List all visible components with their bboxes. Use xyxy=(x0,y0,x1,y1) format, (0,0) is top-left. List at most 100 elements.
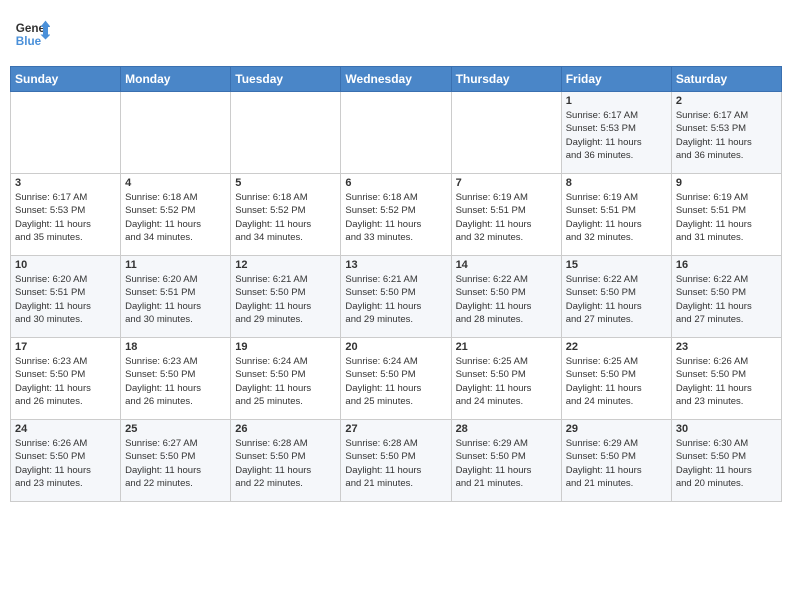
calendar-cell xyxy=(231,92,341,174)
calendar-cell: 9 Sunrise: 6:19 AM Sunset: 5:51 PM Daylig… xyxy=(671,174,781,256)
week-row-4: 17 Sunrise: 6:23 AM Sunset: 5:50 PM Dayli… xyxy=(11,338,782,420)
day-number: 11 xyxy=(125,259,226,271)
calendar-cell: 19 Sunrise: 6:24 AM Sunset: 5:50 PM Dayli… xyxy=(231,338,341,420)
calendar-cell: 24 Sunrise: 6:26 AM Sunset: 5:50 PM Dayli… xyxy=(11,420,121,502)
day-number: 24 xyxy=(15,423,116,435)
calendar-cell: 2 Sunrise: 6:17 AM Sunset: 5:53 PM Daylig… xyxy=(671,92,781,174)
day-number: 17 xyxy=(15,341,116,353)
day-info: Sunrise: 6:25 AM Sunset: 5:50 PM Dayligh… xyxy=(566,355,667,408)
day-number: 23 xyxy=(676,341,777,353)
svg-text:Blue: Blue xyxy=(16,35,42,48)
day-number: 29 xyxy=(566,423,667,435)
header-cell-thursday: Thursday xyxy=(451,67,561,92)
day-number: 9 xyxy=(676,177,777,189)
day-info: Sunrise: 6:27 AM Sunset: 5:50 PM Dayligh… xyxy=(125,437,226,490)
day-number: 5 xyxy=(235,177,336,189)
header-cell-monday: Monday xyxy=(121,67,231,92)
day-number: 2 xyxy=(676,95,777,107)
day-info: Sunrise: 6:28 AM Sunset: 5:50 PM Dayligh… xyxy=(235,437,336,490)
day-info: Sunrise: 6:19 AM Sunset: 5:51 PM Dayligh… xyxy=(676,191,777,244)
calendar-cell: 20Sunrise: 6:24 AM Sunset: 5:50 PM Dayli… xyxy=(341,338,451,420)
header-cell-wednesday: Wednesday xyxy=(341,67,451,92)
day-number: 1 xyxy=(566,95,667,107)
day-info: Sunrise: 6:29 AM Sunset: 5:50 PM Dayligh… xyxy=(456,437,557,490)
header-cell-tuesday: Tuesday xyxy=(231,67,341,92)
week-row-5: 24 Sunrise: 6:26 AM Sunset: 5:50 PM Dayli… xyxy=(11,420,782,502)
day-number: 3 xyxy=(15,177,116,189)
logo-icon: General Blue xyxy=(14,16,50,52)
day-number: 14 xyxy=(456,259,557,271)
week-row-1: 1 Sunrise: 6:17 AM Sunset: 5:53 PM Daylig… xyxy=(11,92,782,174)
day-number: 26 xyxy=(235,423,336,435)
calendar-cell: 28Sunrise: 6:29 AM Sunset: 5:50 PM Dayli… xyxy=(451,420,561,502)
day-number: 21 xyxy=(456,341,557,353)
day-info: Sunrise: 6:22 AM Sunset: 5:50 PM Dayligh… xyxy=(566,273,667,326)
day-info: Sunrise: 6:23 AM Sunset: 5:50 PM Dayligh… xyxy=(125,355,226,408)
calendar-cell: 23 Sunrise: 6:26 AM Sunset: 5:50 PM Dayli… xyxy=(671,338,781,420)
day-info: Sunrise: 6:20 AM Sunset: 5:51 PM Dayligh… xyxy=(125,273,226,326)
calendar-cell xyxy=(121,92,231,174)
calendar-cell: 16 Sunrise: 6:22 AM Sunset: 5:50 PM Dayli… xyxy=(671,256,781,338)
day-info: Sunrise: 6:22 AM Sunset: 5:50 PM Dayligh… xyxy=(676,273,777,326)
day-info: Sunrise: 6:22 AM Sunset: 5:50 PM Dayligh… xyxy=(456,273,557,326)
calendar-header: SundayMondayTuesdayWednesdayThursdayFrid… xyxy=(11,67,782,92)
day-info: Sunrise: 6:19 AM Sunset: 5:51 PM Dayligh… xyxy=(456,191,557,244)
calendar-cell: 27 Sunrise: 6:28 AM Sunset: 5:50 PM Dayli… xyxy=(341,420,451,502)
day-info: Sunrise: 6:30 AM Sunset: 5:50 PM Dayligh… xyxy=(676,437,777,490)
calendar-cell: 11 Sunrise: 6:20 AM Sunset: 5:51 PM Dayli… xyxy=(121,256,231,338)
day-info: Sunrise: 6:26 AM Sunset: 5:50 PM Dayligh… xyxy=(15,437,116,490)
calendar-cell: 15 Sunrise: 6:22 AM Sunset: 5:50 PM Dayli… xyxy=(561,256,671,338)
calendar-cell: 21 Sunrise: 6:25 AM Sunset: 5:50 PM Dayli… xyxy=(451,338,561,420)
calendar-cell: 29 Sunrise: 6:29 AM Sunset: 5:50 PM Dayli… xyxy=(561,420,671,502)
day-info: Sunrise: 6:29 AM Sunset: 5:50 PM Dayligh… xyxy=(566,437,667,490)
day-number: 4 xyxy=(125,177,226,189)
logo: General Blue xyxy=(14,16,54,52)
day-info: Sunrise: 6:25 AM Sunset: 5:50 PM Dayligh… xyxy=(456,355,557,408)
day-info: Sunrise: 6:17 AM Sunset: 5:53 PM Dayligh… xyxy=(15,191,116,244)
day-info: Sunrise: 6:17 AM Sunset: 5:53 PM Dayligh… xyxy=(676,109,777,162)
calendar-cell: 18 Sunrise: 6:23 AM Sunset: 5:50 PM Dayli… xyxy=(121,338,231,420)
day-number: 15 xyxy=(566,259,667,271)
day-number: 6 xyxy=(345,177,446,189)
day-number: 27 xyxy=(345,423,446,435)
day-number: 16 xyxy=(676,259,777,271)
day-info: Sunrise: 6:18 AM Sunset: 5:52 PM Dayligh… xyxy=(125,191,226,244)
day-number: 10 xyxy=(15,259,116,271)
week-row-3: 10 Sunrise: 6:20 AM Sunset: 5:51 PM Dayli… xyxy=(11,256,782,338)
day-number: 22 xyxy=(566,341,667,353)
day-info: Sunrise: 6:18 AM Sunset: 5:52 PM Dayligh… xyxy=(235,191,336,244)
calendar-cell: 8 Sunrise: 6:19 AM Sunset: 5:51 PM Daylig… xyxy=(561,174,671,256)
calendar-cell: 26 Sunrise: 6:28 AM Sunset: 5:50 PM Dayli… xyxy=(231,420,341,502)
calendar-cell: 14 Sunrise: 6:22 AM Sunset: 5:50 PM Dayli… xyxy=(451,256,561,338)
day-info: Sunrise: 6:21 AM Sunset: 5:50 PM Dayligh… xyxy=(345,273,446,326)
calendar-cell: 25 Sunrise: 6:27 AM Sunset: 5:50 PM Dayli… xyxy=(121,420,231,502)
day-number: 25 xyxy=(125,423,226,435)
calendar-cell: 12Sunrise: 6:21 AM Sunset: 5:50 PM Dayli… xyxy=(231,256,341,338)
day-number: 12 xyxy=(235,259,336,271)
day-number: 13 xyxy=(345,259,446,271)
calendar-cell: 13 Sunrise: 6:21 AM Sunset: 5:50 PM Dayli… xyxy=(341,256,451,338)
day-info: Sunrise: 6:19 AM Sunset: 5:51 PM Dayligh… xyxy=(566,191,667,244)
calendar-cell: 7Sunrise: 6:19 AM Sunset: 5:51 PM Daylig… xyxy=(451,174,561,256)
header-row: SundayMondayTuesdayWednesdayThursdayFrid… xyxy=(11,67,782,92)
day-info: Sunrise: 6:17 AM Sunset: 5:53 PM Dayligh… xyxy=(566,109,667,162)
page-header: General Blue xyxy=(10,10,782,58)
calendar-cell: 6Sunrise: 6:18 AM Sunset: 5:52 PM Daylig… xyxy=(341,174,451,256)
day-info: Sunrise: 6:23 AM Sunset: 5:50 PM Dayligh… xyxy=(15,355,116,408)
calendar-cell xyxy=(341,92,451,174)
day-info: Sunrise: 6:24 AM Sunset: 5:50 PM Dayligh… xyxy=(345,355,446,408)
header-cell-saturday: Saturday xyxy=(671,67,781,92)
day-info: Sunrise: 6:20 AM Sunset: 5:51 PM Dayligh… xyxy=(15,273,116,326)
day-info: Sunrise: 6:28 AM Sunset: 5:50 PM Dayligh… xyxy=(345,437,446,490)
day-number: 30 xyxy=(676,423,777,435)
day-info: Sunrise: 6:24 AM Sunset: 5:50 PM Dayligh… xyxy=(235,355,336,408)
day-number: 19 xyxy=(235,341,336,353)
day-number: 8 xyxy=(566,177,667,189)
day-info: Sunrise: 6:26 AM Sunset: 5:50 PM Dayligh… xyxy=(676,355,777,408)
day-number: 18 xyxy=(125,341,226,353)
calendar-cell: 5 Sunrise: 6:18 AM Sunset: 5:52 PM Daylig… xyxy=(231,174,341,256)
header-cell-sunday: Sunday xyxy=(11,67,121,92)
week-row-2: 3 Sunrise: 6:17 AM Sunset: 5:53 PM Daylig… xyxy=(11,174,782,256)
header-cell-friday: Friday xyxy=(561,67,671,92)
calendar-cell: 4 Sunrise: 6:18 AM Sunset: 5:52 PM Daylig… xyxy=(121,174,231,256)
